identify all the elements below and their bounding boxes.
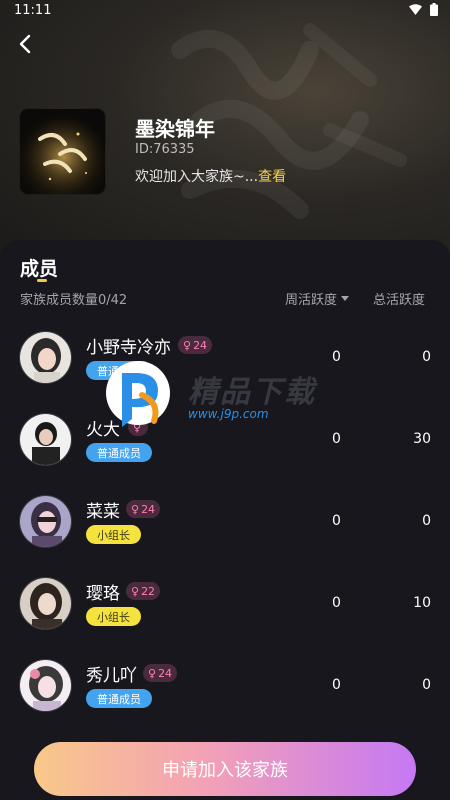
member-row[interactable]: 火大 ♀ 普通成员 0 30 — [0, 413, 450, 493]
weekly-activity-value: 0 — [332, 349, 341, 365]
member-row[interactable]: 璎珞 ♀ 22 小组长 0 10 — [0, 577, 450, 657]
view-description-link[interactable]: 查看 — [258, 169, 286, 185]
family-description-text: 欢迎加入大家族~... — [135, 169, 259, 185]
level-badge: ♀ 24 — [143, 664, 178, 682]
level-badge: ♀ 24 — [178, 336, 213, 354]
total-activity-value: 30 — [413, 431, 431, 447]
members-panel: 成员 家族成员数量0/42 周活跃度 总活跃度 小野寺冷亦 ♀ 24 普通成员 0… — [0, 240, 450, 800]
female-icon: ♀ — [133, 420, 142, 434]
level-value: 24 — [141, 502, 156, 516]
member-name: 火大 — [86, 420, 120, 440]
caret-down-icon — [341, 296, 350, 301]
wifi-icon — [409, 4, 422, 15]
total-activity-value: 0 — [422, 349, 431, 365]
family-description: 欢迎加入大家族~...查看 — [135, 166, 286, 186]
total-activity-value: 10 — [413, 595, 431, 611]
family-logo — [19, 108, 106, 195]
status-time: 11:11 — [14, 3, 52, 18]
avatar — [19, 495, 72, 548]
level-value: 24 — [193, 338, 208, 352]
battery-icon — [430, 3, 438, 16]
female-icon: ♀ — [131, 584, 140, 598]
female-icon: ♀ — [131, 502, 140, 516]
apply-join-button[interactable]: 申请加入该家族 — [34, 742, 416, 796]
total-activity-value: 0 — [422, 513, 431, 529]
total-activity-header: 总活跃度 — [373, 293, 426, 308]
member-name: 璎珞 — [86, 584, 120, 604]
level-badge: ♀ 22 — [126, 582, 161, 600]
family-id: ID:76335 — [135, 142, 195, 157]
total-activity-value: 0 — [422, 677, 431, 693]
level-badge: ♀ 24 — [126, 500, 161, 518]
female-icon: ♀ — [148, 666, 157, 680]
female-icon: ♀ — [183, 338, 192, 352]
member-row[interactable]: 小野寺冷亦 ♀ 24 普通成员 0 0 — [0, 331, 450, 411]
weekly-activity-value: 0 — [332, 513, 341, 529]
back-arrow-icon[interactable] — [12, 30, 40, 58]
level-value: 24 — [158, 666, 173, 680]
level-value: 22 — [141, 584, 156, 598]
avatar — [19, 659, 72, 712]
role-badge: 普通成员 — [86, 361, 152, 380]
member-row[interactable]: 秀儿吖 ♀ 24 普通成员 0 0 — [0, 659, 450, 739]
role-badge: 小组长 — [86, 525, 141, 544]
family-header: 11:11 墨染锦年 ID:76335 欢迎加入大家族~...查看 — [0, 0, 450, 260]
avatar — [19, 413, 72, 466]
member-count-label: 家族成员数量0/42 — [20, 293, 128, 308]
weekly-activity-sort[interactable]: 周活跃度 — [285, 289, 350, 308]
member-row[interactable]: 菜菜 ♀ 24 小组长 0 0 — [0, 495, 450, 575]
members-title: 成员 — [20, 258, 59, 280]
family-name: 墨染锦年 — [135, 117, 215, 141]
avatar — [19, 577, 72, 630]
role-badge: 小组长 — [86, 607, 141, 626]
role-badge: 普通成员 — [86, 443, 152, 462]
member-name: 秀儿吖 — [86, 666, 137, 686]
role-badge: 普通成员 — [86, 689, 152, 708]
weekly-activity-value: 0 — [332, 595, 341, 611]
avatar — [19, 331, 72, 384]
member-name: 菜菜 — [86, 502, 120, 522]
weekly-activity-value: 0 — [332, 677, 341, 693]
level-badge: ♀ — [128, 418, 149, 436]
member-name: 小野寺冷亦 — [86, 338, 171, 358]
title-underline — [37, 279, 47, 282]
status-bar: 11:11 — [0, 0, 450, 22]
weekly-activity-header: 周活跃度 — [285, 293, 338, 308]
weekly-activity-value: 0 — [332, 431, 341, 447]
